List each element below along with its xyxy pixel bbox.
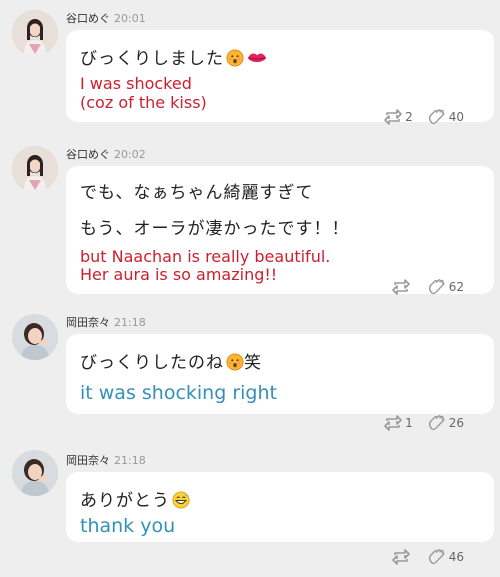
retweet-count: 2 (405, 110, 413, 124)
message-text: ありがとう (80, 491, 170, 511)
avatar[interactable] (12, 450, 58, 496)
translation-line: Her aura is so amazing!! (80, 265, 278, 284)
avatar-image (12, 450, 58, 496)
avatar-image (12, 146, 58, 192)
retweet-icon (383, 414, 403, 432)
clap-icon (427, 414, 447, 432)
timestamp: 21:18 (114, 316, 146, 329)
retweet-icon (391, 278, 411, 296)
clap-icon (427, 108, 447, 126)
retweet-icon (391, 548, 411, 566)
message-actions: 1 26 (369, 412, 464, 434)
message-bubble: びっくりしたのね笑 it was shocking right (66, 334, 494, 414)
shocked-face-icon (226, 353, 244, 371)
like-count: 46 (448, 550, 464, 564)
like-count: 26 (448, 416, 464, 430)
retweet-button[interactable]: 1 (383, 414, 413, 432)
message-text: でも、なぁちゃん綺麗すぎて (80, 183, 314, 203)
timestamp: 20:02 (114, 148, 146, 161)
like-count: 62 (448, 280, 464, 294)
like-button[interactable]: 40 (427, 108, 464, 126)
message-text: もう、オーラが凄かったです！！ (80, 219, 350, 239)
message-meta: 谷口めぐ 20:01 (66, 10, 146, 26)
translation-line: but Naachan is really beautiful. (80, 247, 331, 266)
clap-icon (427, 278, 447, 296)
message-actions: 2 40 (369, 106, 464, 128)
kiss-lips-icon (246, 49, 268, 67)
message-text: びっくりしたのね (80, 353, 224, 373)
author-name: 谷口めぐ (66, 148, 110, 161)
shocked-face-icon (226, 49, 244, 67)
avatar[interactable] (12, 314, 58, 360)
translation-line: thank you (80, 515, 176, 537)
message-text: 笑 (244, 353, 262, 373)
like-button[interactable]: 26 (427, 414, 464, 432)
translation-line: (coz of the kiss) (80, 93, 207, 112)
message-actions: 62 (377, 276, 464, 298)
like-button[interactable]: 62 (427, 278, 464, 296)
message-text-line: ありがとう (80, 486, 190, 511)
like-button[interactable]: 46 (427, 548, 464, 566)
avatar[interactable] (12, 146, 58, 192)
message-text-line: びっくりしたのね笑 (80, 348, 262, 373)
translation-line: I was shocked (80, 74, 192, 93)
clap-icon (427, 548, 447, 566)
retweet-button[interactable] (391, 548, 413, 566)
avatar[interactable] (12, 10, 58, 56)
retweet-icon (383, 108, 403, 126)
message-text-line: びっくりしました (80, 44, 268, 69)
author-name: 谷口めぐ (66, 12, 110, 25)
author-name: 岡田奈々 (66, 454, 110, 467)
retweet-button[interactable] (391, 278, 413, 296)
translation-line: it was shocking right (80, 382, 277, 404)
grinning-face-icon (172, 491, 190, 509)
author-name: 岡田奈々 (66, 316, 110, 329)
avatar-image (12, 10, 58, 56)
message-actions: 46 (377, 546, 464, 568)
retweet-count: 1 (405, 416, 413, 430)
message-meta: 岡田奈々 21:18 (66, 314, 146, 330)
like-count: 40 (448, 110, 464, 124)
message-meta: 谷口めぐ 20:02 (66, 146, 146, 162)
message-text: びっくりしました (80, 49, 224, 69)
message-meta: 岡田奈々 21:18 (66, 452, 146, 468)
message-bubble: でも、なぁちゃん綺麗すぎて もう、オーラが凄かったです！！ but Naacha… (66, 166, 494, 294)
retweet-button[interactable]: 2 (383, 108, 413, 126)
timestamp: 21:18 (114, 454, 146, 467)
message-bubble: ありがとう thank you (66, 472, 494, 542)
avatar-image (12, 314, 58, 360)
timestamp: 20:01 (114, 12, 146, 25)
